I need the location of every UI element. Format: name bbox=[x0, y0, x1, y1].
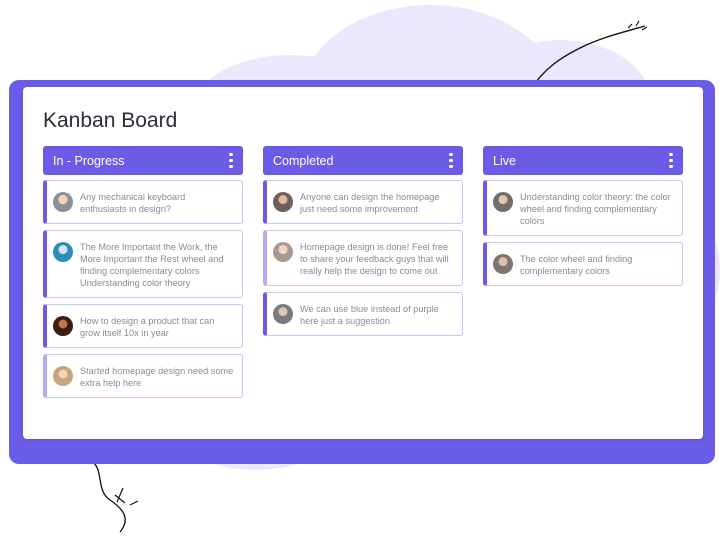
card-text: Homepage design is done! Feel free to sh… bbox=[300, 242, 449, 276]
column-live: Live Understanding color theory: the col… bbox=[483, 146, 683, 292]
avatar bbox=[273, 242, 293, 262]
kebab-vertical-icon[interactable] bbox=[447, 151, 455, 171]
column-completed: Completed Anyone can design the homepage… bbox=[263, 146, 463, 342]
avatar bbox=[493, 254, 513, 274]
task-card[interactable]: Started homepage design need some extra … bbox=[43, 354, 243, 398]
column-header-completed: Completed bbox=[263, 146, 463, 175]
kanban-board: Kanban Board In - Progress Any mechanica… bbox=[23, 87, 703, 439]
column-in-progress: In - Progress Any mechanical keyboard en… bbox=[43, 146, 243, 404]
avatar bbox=[53, 242, 73, 262]
task-card[interactable]: Anyone can design the homepage just need… bbox=[263, 180, 463, 224]
avatar bbox=[493, 192, 513, 212]
avatar bbox=[53, 192, 73, 212]
task-card[interactable]: Homepage design is done! Feel free to sh… bbox=[263, 230, 463, 286]
task-card[interactable]: The color wheel and finding complementar… bbox=[483, 242, 683, 286]
task-card[interactable]: Any mechanical keyboard enthusiasts in d… bbox=[43, 180, 243, 224]
column-title: Live bbox=[493, 153, 516, 168]
card-text: We can use blue instead of purple here j… bbox=[300, 304, 439, 326]
kebab-vertical-icon[interactable] bbox=[667, 151, 675, 171]
task-card[interactable]: How to design a product that can grow it… bbox=[43, 304, 243, 348]
board-title: Kanban Board bbox=[43, 109, 178, 132]
avatar bbox=[53, 316, 73, 336]
card-text: How to design a product that can grow it… bbox=[80, 316, 215, 338]
column-header-live: Live bbox=[483, 146, 683, 175]
avatar bbox=[273, 304, 293, 324]
task-card[interactable]: We can use blue instead of purple here j… bbox=[263, 292, 463, 336]
card-text: Anyone can design the homepage just need… bbox=[300, 192, 440, 214]
column-header-in-progress: In - Progress bbox=[43, 146, 243, 175]
kebab-vertical-icon[interactable] bbox=[227, 151, 235, 171]
card-text: Understanding color theory: the color wh… bbox=[520, 192, 671, 226]
column-title: Completed bbox=[273, 153, 334, 168]
card-text: Started homepage design need some extra … bbox=[80, 366, 234, 388]
card-text: Any mechanical keyboard enthusiasts in d… bbox=[80, 192, 186, 214]
task-card[interactable]: The More Important the Work, the More Im… bbox=[43, 230, 243, 298]
task-card[interactable]: Understanding color theory: the color wh… bbox=[483, 180, 683, 236]
column-title: In - Progress bbox=[53, 153, 125, 168]
card-text: The More Important the Work, the More Im… bbox=[80, 242, 224, 288]
avatar bbox=[53, 366, 73, 386]
avatar bbox=[273, 192, 293, 212]
card-text: The color wheel and finding complementar… bbox=[520, 254, 633, 276]
